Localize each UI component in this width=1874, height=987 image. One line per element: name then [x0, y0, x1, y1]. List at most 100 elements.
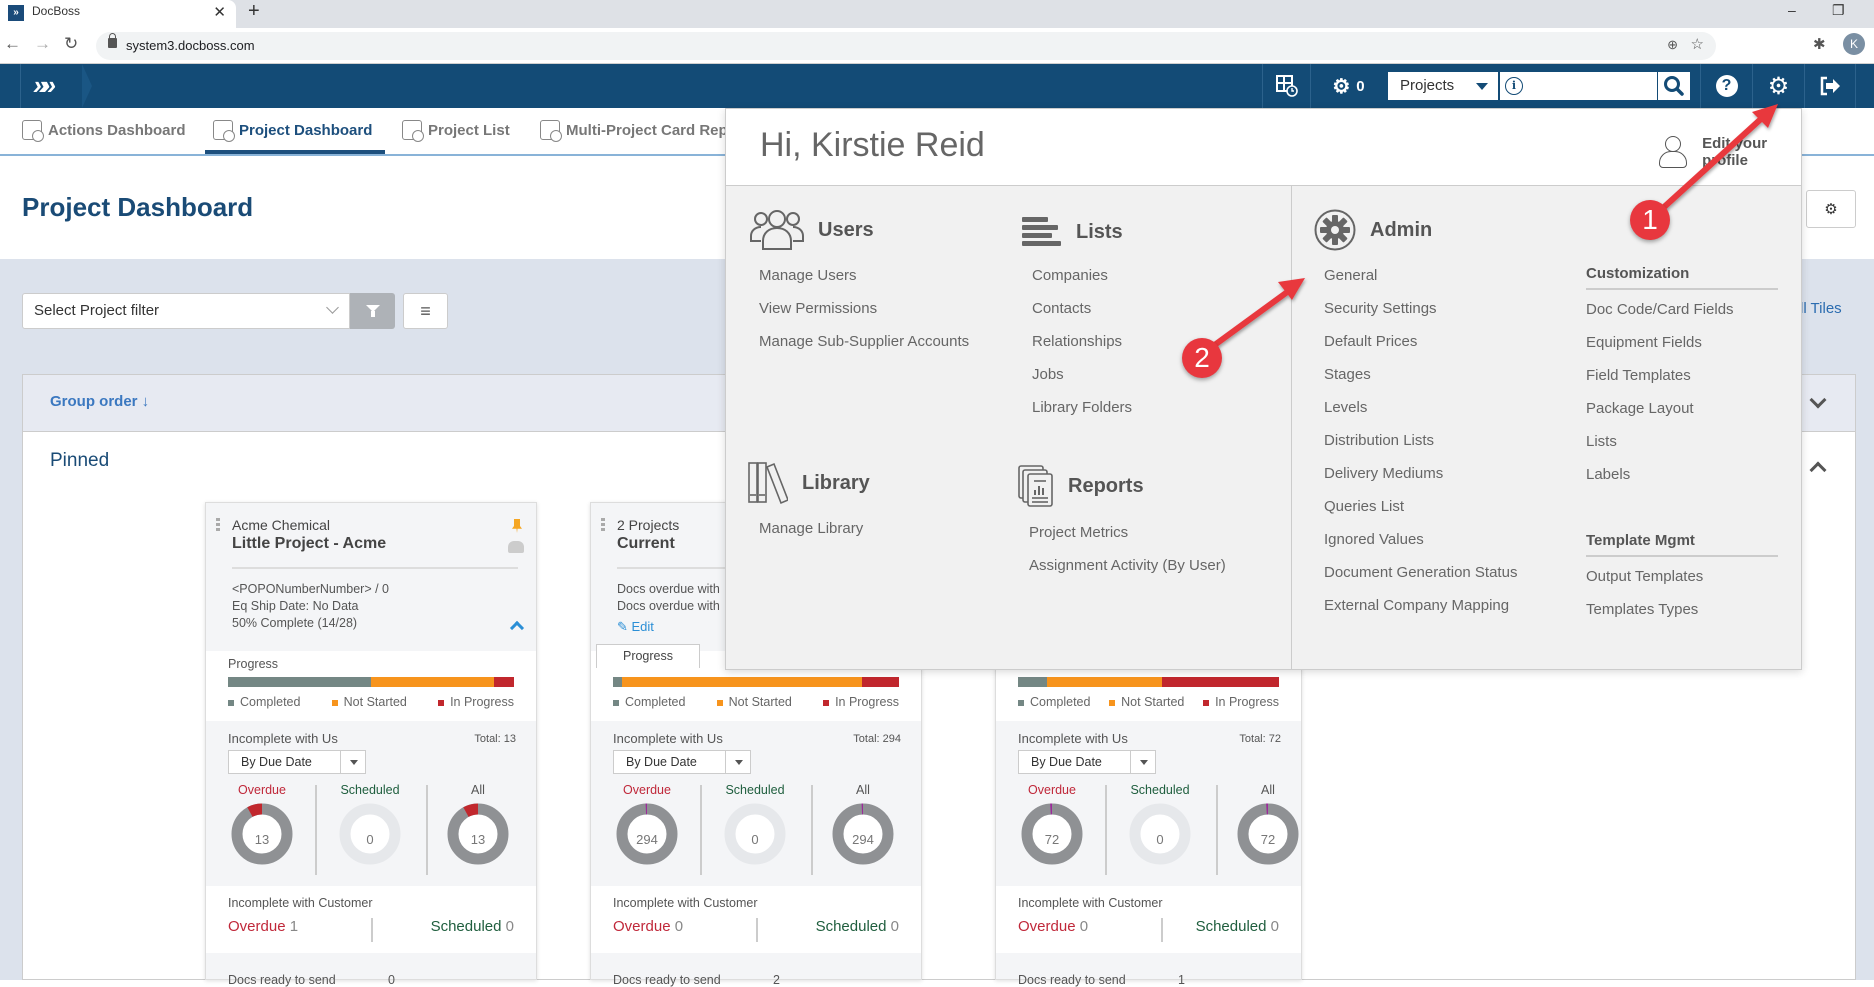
menu-item-manage-sub-supplier-accounts[interactable]: Manage Sub-Supplier Accounts	[759, 333, 969, 350]
menu-item-distribution-lists[interactable]: Distribution Lists	[1324, 432, 1434, 449]
scheduled-donut[interactable]: Scheduled 0	[324, 783, 416, 865]
menu-item-ignored-values[interactable]: Ignored Values	[1324, 531, 1424, 548]
browser-tab[interactable]: » DocBoss ✕	[0, 0, 236, 28]
all-donut[interactable]: All 294	[817, 783, 909, 865]
menu-item-stages[interactable]: Stages	[1324, 366, 1371, 383]
project-filter-select[interactable]: Select Project filter	[22, 293, 350, 329]
logout-button[interactable]	[1804, 64, 1856, 108]
card-project-name[interactable]: Current	[617, 535, 675, 553]
menu-item-assignment-activity[interactable]: Assignment Activity (By User)	[1029, 557, 1226, 574]
group-order-sort[interactable]: Group order ↓	[50, 393, 149, 410]
edit-link[interactable]: ✎ Edit	[617, 619, 654, 635]
menu-item-external-company-mapping[interactable]: External Company Mapping	[1324, 597, 1509, 614]
close-tab-icon[interactable]: ✕	[213, 3, 226, 21]
legend-not-started: Not Started	[331, 695, 407, 709]
bookmark-star-icon[interactable]: ☆	[1691, 35, 1704, 53]
forward-button[interactable]: →	[34, 34, 51, 54]
search-scope-select[interactable]: Projects	[1388, 72, 1498, 100]
reload-button[interactable]: ↻	[64, 34, 78, 54]
background-jobs-button[interactable]: ⚙ 0	[1310, 64, 1386, 108]
collapse-card-chevron-icon[interactable]	[509, 620, 525, 636]
customer-overdue[interactable]: Overdue 0	[1018, 918, 1088, 935]
info-icon[interactable]: i	[1505, 77, 1523, 95]
docboss-logo[interactable]: »»	[20, 64, 92, 108]
caret-down-icon	[350, 760, 358, 765]
tab-multi-project-card-report[interactable]: Multi-Project Card Rep	[540, 120, 728, 142]
scheduled-donut[interactable]: Scheduled 0	[709, 783, 801, 865]
settings-button[interactable]: ⚙	[1752, 64, 1804, 108]
tab-progress[interactable]: Progress	[596, 644, 700, 668]
customization-header: Customization	[1586, 265, 1778, 290]
dashboard-settings-button[interactable]: ⚙	[1806, 190, 1856, 228]
menu-item-field-templates[interactable]: Field Templates	[1586, 367, 1691, 384]
menu-item-lists[interactable]: Lists	[1586, 433, 1617, 450]
menu-item-levels[interactable]: Levels	[1324, 399, 1367, 416]
all-donut[interactable]: All 72	[1222, 783, 1314, 865]
menu-item-equipment-fields[interactable]: Equipment Fields	[1586, 334, 1702, 351]
url-field[interactable]: system3.docboss.com ⊕ ☆	[96, 32, 1716, 60]
menu-item-security-settings[interactable]: Security Settings	[1324, 300, 1437, 317]
menu-item-templates-types[interactable]: Templates Types	[1586, 601, 1698, 618]
menu-item-default-prices[interactable]: Default Prices	[1324, 333, 1417, 350]
drag-handle-icon[interactable]	[216, 518, 220, 532]
all-tiles-link[interactable]: ll Tiles	[1800, 300, 1842, 317]
customer-overdue[interactable]: Overdue 1	[228, 918, 298, 935]
customer-overdue[interactable]: Overdue 0	[613, 918, 683, 935]
menu-item-manage-users[interactable]: Manage Users	[759, 267, 857, 284]
gear-icon: ⚙	[1767, 72, 1790, 100]
overdue-donut[interactable]: Overdue 72	[1006, 783, 1098, 865]
apply-filter-button[interactable]	[350, 293, 395, 329]
scheduled-reports-button[interactable]	[1262, 64, 1310, 108]
scheduled-donut[interactable]: Scheduled 0	[1114, 783, 1206, 865]
drag-handle-icon[interactable]	[601, 518, 605, 532]
extensions-puzzle-icon[interactable]: ✱	[1813, 35, 1826, 53]
customer-scheduled[interactable]: Scheduled 0	[816, 918, 899, 935]
menu-item-manage-library[interactable]: Manage Library	[759, 520, 863, 537]
tab-project-list[interactable]: Project List	[402, 120, 510, 142]
scheduled-label: Scheduled	[725, 783, 785, 797]
sort-by-select[interactable]: By Due Date	[1018, 750, 1156, 774]
menu-item-labels[interactable]: Labels	[1586, 466, 1630, 483]
menu-item-library-folders[interactable]: Library Folders	[1032, 399, 1132, 416]
menu-item-relationships[interactable]: Relationships	[1032, 333, 1122, 350]
back-button[interactable]: ←	[4, 34, 21, 54]
zoom-icon[interactable]: ⊕	[1667, 37, 1678, 53]
card-project-name[interactable]: Little Project - Acme	[232, 535, 386, 553]
menu-item-output-templates[interactable]: Output Templates	[1586, 568, 1703, 585]
edit-profile-link[interactable]: Edit your profile	[1658, 135, 1801, 169]
menu-item-view-permissions[interactable]: View Permissions	[759, 300, 877, 317]
progress-section: Progress Completed Not Started In Progre…	[206, 651, 536, 721]
menu-item-contacts[interactable]: Contacts	[1032, 300, 1091, 317]
customer-scheduled[interactable]: Scheduled 0	[431, 918, 514, 935]
minimize-window-button[interactable]: –	[1788, 2, 1796, 18]
menu-item-document-generation-status[interactable]: Document Generation Status	[1324, 564, 1517, 581]
menu-item-delivery-mediums[interactable]: Delivery Mediums	[1324, 465, 1443, 482]
search-button[interactable]	[1658, 72, 1690, 100]
all-donut[interactable]: All 13	[432, 783, 524, 865]
customer-scheduled[interactable]: Scheduled 0	[1196, 918, 1279, 935]
menu-item-doc-code-card-fields[interactable]: Doc Code/Card Fields	[1586, 301, 1734, 318]
tab-project-dashboard[interactable]: Project Dashboard	[213, 120, 372, 142]
menu-item-package-layout[interactable]: Package Layout	[1586, 400, 1694, 417]
menu-item-general[interactable]: General	[1324, 267, 1377, 284]
tab-actions-dashboard[interactable]: Actions Dashboard	[22, 120, 186, 142]
project-list-icon	[402, 120, 424, 142]
legend-completed: Completed	[228, 695, 300, 709]
profile-avatar[interactable]: K	[1843, 33, 1865, 55]
menu-item-companies[interactable]: Companies	[1032, 267, 1108, 284]
pin-icon[interactable]	[512, 519, 522, 533]
list-view-button[interactable]: ≡	[403, 293, 448, 329]
menu-item-queries-list[interactable]: Queries List	[1324, 498, 1404, 515]
restore-window-button[interactable]: ❐	[1832, 2, 1845, 19]
overdue-donut[interactable]: Overdue 294	[601, 783, 693, 865]
help-button[interactable]: ?	[1700, 64, 1752, 108]
menu-item-project-metrics[interactable]: Project Metrics	[1029, 524, 1128, 541]
overdue-donut[interactable]: Overdue 13	[216, 783, 308, 865]
lists-title: Lists	[1076, 220, 1123, 243]
legend-not-started: Not Started	[716, 695, 792, 709]
new-tab-button[interactable]: +	[248, 0, 260, 23]
sort-by-select[interactable]: By Due Date	[228, 750, 366, 774]
menu-item-jobs[interactable]: Jobs	[1032, 366, 1064, 383]
sort-by-select[interactable]: By Due Date	[613, 750, 751, 774]
search-input[interactable]: i	[1499, 72, 1657, 100]
